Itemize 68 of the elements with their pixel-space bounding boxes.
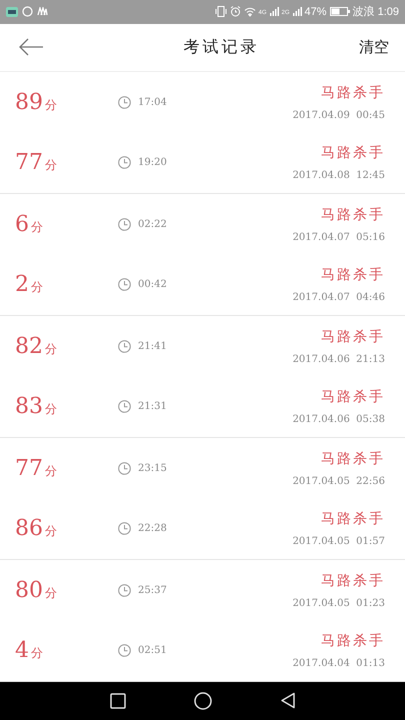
- rank-title: 马路杀手: [321, 388, 385, 406]
- score-text: 6 分: [15, 212, 44, 237]
- clock-icon: [118, 96, 131, 109]
- score-text: 2 分: [15, 272, 44, 298]
- rank-title: 马路杀手: [321, 510, 385, 528]
- rank-title: 马路杀手: [321, 450, 385, 468]
- duration-text: 02:51: [138, 645, 167, 656]
- date-time: 2017.04.05 22:56: [292, 476, 385, 487]
- score-text: 89 分: [15, 90, 58, 115]
- page-title: 考试记录: [184, 36, 260, 58]
- circle-icon: [22, 6, 33, 18]
- clock-icon: [118, 522, 131, 536]
- alarm-icon: [230, 6, 241, 18]
- back-nav-button[interactable]: [280, 692, 296, 710]
- recents-button[interactable]: [110, 692, 126, 709]
- rank-title: 马路杀手: [321, 328, 385, 346]
- score-text: 82 分: [15, 334, 58, 359]
- carrier-label: 波浪: [352, 4, 375, 20]
- date-time: 2017.04.09 00:45: [292, 110, 385, 121]
- date-time: 2017.04.07 05:16: [292, 232, 385, 243]
- clock-icon: [118, 584, 131, 597]
- duration-text: 02:22: [138, 218, 167, 230]
- rank-title: 马路杀手: [321, 144, 385, 162]
- clock-icon: [118, 462, 131, 475]
- date-time: 2017.04.08 12:45: [292, 170, 385, 182]
- duration-text: 25:37: [138, 584, 167, 596]
- date-time: 2017.04.05 01:23: [292, 598, 385, 609]
- date-time: 2017.04.05 01:57: [292, 536, 385, 548]
- back-arrow-icon: [18, 38, 44, 56]
- rank-title: 马路杀手: [321, 266, 385, 284]
- duration-text: 22:28: [138, 523, 167, 534]
- clock-icon: [118, 340, 131, 353]
- clock-icon: [118, 156, 131, 170]
- back-button[interactable]: [18, 38, 44, 56]
- duration-text: 17:04: [138, 96, 167, 108]
- signal-icon: [270, 7, 279, 16]
- battery-icon: [330, 7, 350, 16]
- clock-icon: [118, 218, 131, 231]
- signal-icon: [292, 7, 302, 16]
- wifi-icon: [244, 6, 256, 17]
- clock-icon: [118, 644, 131, 658]
- rank-title: 马路杀手: [321, 572, 385, 590]
- date-time: 2017.04.06 05:38: [292, 414, 385, 426]
- duration-text: 21:31: [138, 401, 167, 412]
- score-text: 80 分: [15, 578, 58, 603]
- app-icon: [6, 6, 18, 17]
- score-text: 4 分: [15, 638, 44, 664]
- date-time: 2017.04.06 21:13: [292, 354, 385, 365]
- score-text: 83 分: [15, 394, 58, 420]
- duration-text: 23:15: [138, 462, 167, 474]
- clock-icon: [118, 278, 131, 292]
- score-text: 77 分: [15, 150, 58, 176]
- clock-time: 1:09: [378, 6, 399, 18]
- score-text: 86 分: [15, 516, 58, 542]
- duration-text: 19:20: [138, 157, 167, 168]
- score-text: 77 分: [15, 456, 58, 481]
- date-time: 2017.04.04 01:13: [292, 658, 385, 670]
- duration-text: 00:42: [138, 279, 167, 290]
- duration-text: 21:41: [138, 340, 167, 352]
- home-button[interactable]: [194, 692, 212, 710]
- rank-title: 马路杀手: [321, 632, 385, 650]
- vibrate-icon: [214, 6, 227, 18]
- clock-icon: [118, 400, 131, 414]
- clear-button[interactable]: 清空: [359, 38, 389, 57]
- date-time: 2017.04.07 04:46: [292, 292, 385, 304]
- battery-percent: 47%: [304, 6, 327, 18]
- rank-title: 马路杀手: [321, 84, 385, 102]
- rank-title: 马路杀手: [321, 206, 385, 224]
